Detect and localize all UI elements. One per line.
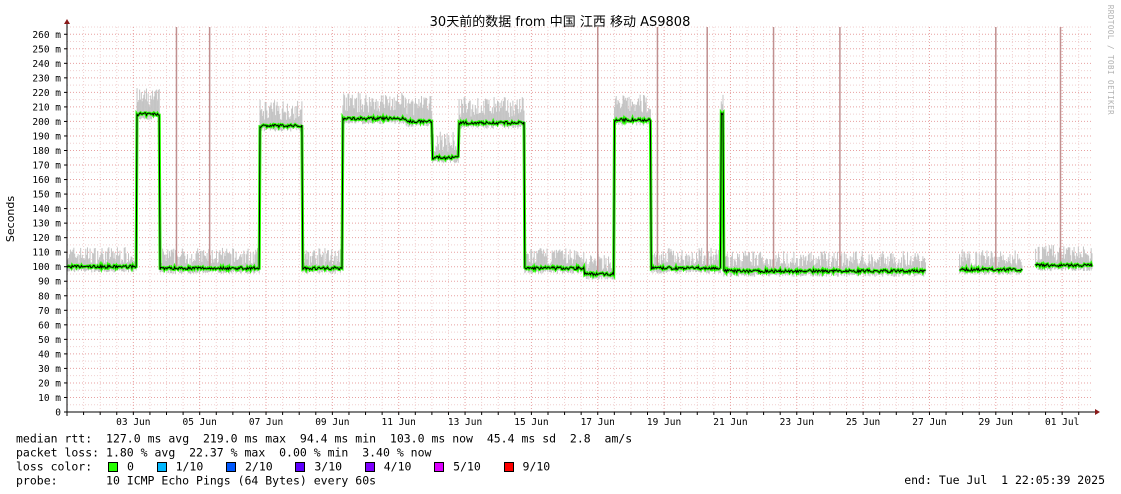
x-tick-label: 25 Jun bbox=[846, 417, 880, 428]
loss-color-label-item: 1/10 bbox=[168, 459, 225, 474]
y-tick-label: 230 m bbox=[32, 73, 61, 84]
y-tick-label: 190 m bbox=[32, 131, 61, 142]
y-tick-label: 210 m bbox=[32, 102, 61, 113]
x-tick-label: 19 Jun bbox=[647, 417, 681, 428]
x-tick-label: 17 Jun bbox=[581, 417, 615, 428]
probe-label: probe: bbox=[16, 473, 58, 488]
x-tick-label: 01 Jul bbox=[1045, 417, 1079, 428]
y-tick-label: 60 m bbox=[38, 320, 61, 331]
axes bbox=[64, 19, 1100, 416]
loss-color-label-item: 4/10 bbox=[376, 459, 433, 474]
grid bbox=[66, 26, 1092, 412]
y-tick-labels: 0 10 m 20 m 30 m 40 m 50 m 60 m 70 m 80 m 90 m 100… bbox=[32, 30, 61, 419]
x-tick-label: 07 Jun bbox=[249, 417, 283, 428]
y-tick-label: 130 m bbox=[32, 219, 61, 230]
x-tick-label: 29 Jun bbox=[979, 417, 1013, 428]
x-tick-label: 13 Jun bbox=[448, 417, 482, 428]
x-tick-labels: 03 Jun 05 Jun 07 Jun 09 Jun 11 Jun 13 Jun 15 J… bbox=[116, 417, 1079, 428]
y-tick-label: 250 m bbox=[32, 44, 61, 55]
y-tick-label: 240 m bbox=[32, 59, 61, 70]
y-tick-label: 200 m bbox=[32, 117, 61, 128]
chart-title: 30天前的数据 from 中国 江西 移动 AS9808 bbox=[430, 14, 691, 30]
y-tick-label: 70 m bbox=[38, 306, 61, 317]
y-axis-label: Seconds bbox=[4, 196, 17, 242]
loss-color-swatch bbox=[156, 461, 167, 472]
y-axis-arrow bbox=[64, 19, 70, 24]
y-tick-label: 10 m bbox=[38, 393, 61, 404]
loss-color-label: loss color: bbox=[16, 459, 93, 474]
loss-color-swatch bbox=[434, 461, 445, 472]
packet-loss-row: packet loss: 1.80 % avg 22.37 % max 0.00… bbox=[16, 445, 431, 460]
smoke-band bbox=[66, 88, 1093, 280]
loss-color-label-item: 0 bbox=[120, 459, 155, 474]
probe-row: probe: 10 ICMP Echo Pings (64 Bytes) eve… bbox=[16, 473, 376, 488]
y-tick-label: 80 m bbox=[38, 291, 61, 302]
loss-color-swatch bbox=[503, 461, 514, 472]
loss-color-label-item: 2/10 bbox=[238, 459, 294, 474]
y-tick-label: 160 m bbox=[32, 175, 61, 186]
x-tick-label: 09 Jun bbox=[315, 417, 349, 428]
rrdtool-watermark: RRDTOOL / TOBI OETIKER bbox=[1106, 5, 1115, 115]
y-tick-label: 20 m bbox=[38, 378, 61, 389]
y-tick-label: 40 m bbox=[38, 349, 61, 360]
median-rtt-label: median rtt: bbox=[16, 431, 93, 446]
x-tick-label: 21 Jun bbox=[713, 417, 747, 428]
y-tick-label: 90 m bbox=[38, 277, 61, 288]
packet-loss-values: 1.80 % avg 22.37 % max 0.00 % min 3.40 %… bbox=[106, 445, 432, 460]
y-tick-label: 150 m bbox=[32, 190, 61, 201]
y-tick-label: 50 m bbox=[38, 335, 61, 346]
median-rtt-row: median rtt: 127.0 ms avg 219.0 ms max 94… bbox=[16, 431, 632, 446]
loss-color-label-item: 3/10 bbox=[307, 459, 363, 474]
y-tick-label: 100 m bbox=[32, 262, 61, 273]
probe-value: 10 ICMP Echo Pings (64 Bytes) every 60s bbox=[106, 473, 377, 488]
x-tick-label: 11 Jun bbox=[382, 417, 416, 428]
y-tick-label: 170 m bbox=[32, 161, 61, 172]
y-tick-label: 0 bbox=[55, 408, 61, 419]
loss-color-row: loss color: 0 1/10 2/10 3/10 4/10 5/10 9… bbox=[16, 459, 550, 474]
x-tick-label: 23 Jun bbox=[780, 417, 814, 428]
x-axis-arrow bbox=[1095, 409, 1100, 415]
smokeping-chart: 30天前的数据 from 中国 江西 移动 AS9808 Seconds RRD… bbox=[4, 5, 1115, 428]
median-rtt-values: 127.0 ms avg 219.0 ms max 94.4 ms min 10… bbox=[106, 431, 633, 446]
loss-color-label-item: 9/10 bbox=[515, 459, 551, 474]
x-tick-label: 27 Jun bbox=[912, 417, 946, 428]
y-tick-label: 220 m bbox=[32, 88, 61, 99]
y-tick-label: 110 m bbox=[32, 248, 61, 259]
y-tick-label: 180 m bbox=[32, 146, 61, 157]
loss-color-swatch bbox=[226, 461, 237, 472]
x-tick-label: 15 Jun bbox=[514, 417, 548, 428]
loss-color-label-item: 5/10 bbox=[446, 459, 502, 474]
x-tick-label: 05 Jun bbox=[183, 417, 217, 428]
loss-color-swatch bbox=[364, 461, 375, 472]
y-tick-label: 260 m bbox=[32, 30, 61, 41]
packet-loss-label: packet loss: bbox=[16, 445, 100, 460]
spike-lines bbox=[175, 27, 1062, 274]
y-tick-label: 30 m bbox=[38, 364, 61, 375]
x-tick-label: 03 Jun bbox=[116, 417, 150, 428]
y-tick-label: 140 m bbox=[32, 204, 61, 215]
loss-color-swatch bbox=[108, 461, 119, 472]
end-timestamp: end: Tue Jul 1 22:05:39 2025 bbox=[904, 473, 1105, 487]
y-tick-label: 120 m bbox=[32, 233, 61, 244]
loss-color-swatch bbox=[295, 461, 306, 472]
loss-color-swatches: 0 1/10 2/10 3/10 4/10 5/10 9/10 bbox=[106, 459, 551, 474]
